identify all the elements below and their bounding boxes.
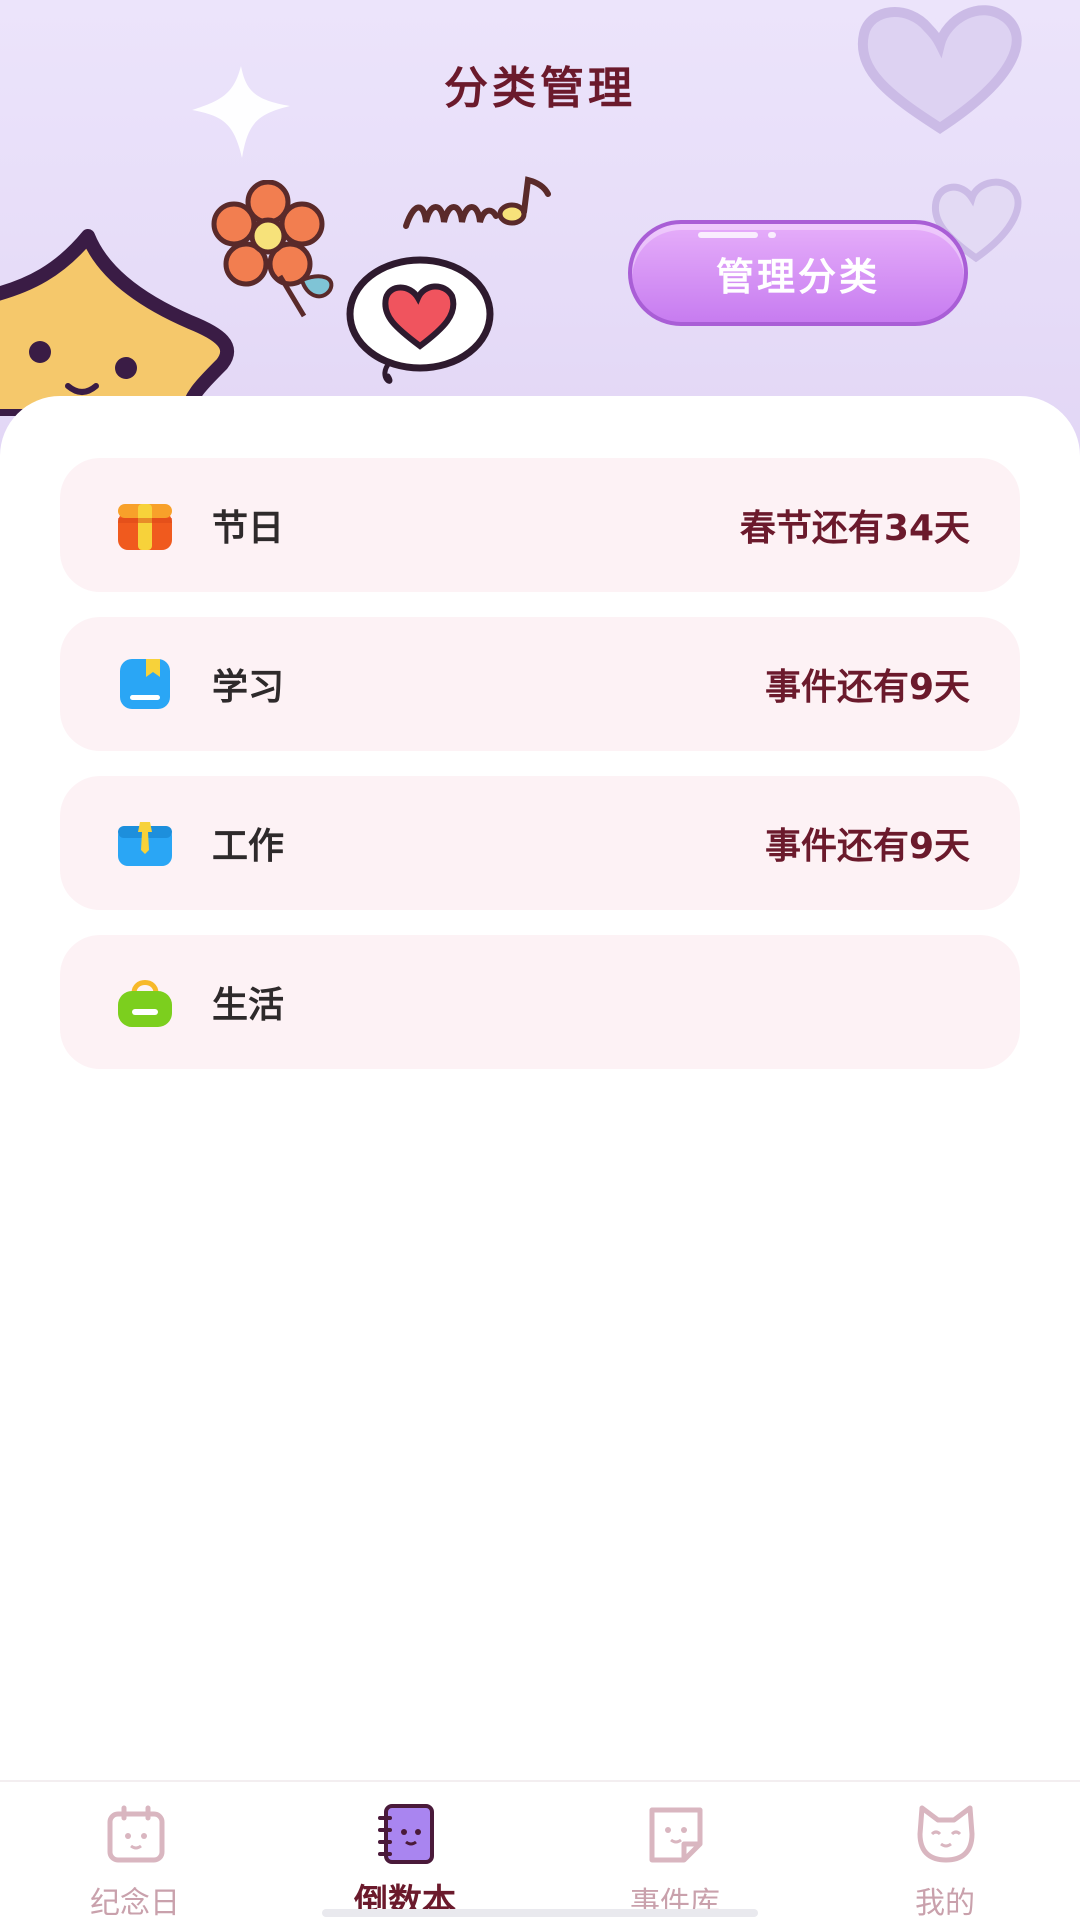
- tab-anniversary[interactable]: 纪念日: [0, 1782, 270, 1920]
- book-icon: [120, 659, 170, 709]
- category-name: 生活: [212, 985, 285, 1026]
- category-countdown: 事件还有9天: [764, 826, 970, 867]
- bottom-tab-bar: 纪念日 倒数本 事件库 我的: [0, 1780, 1080, 1920]
- music-note-icon: [403, 176, 551, 229]
- calendar-icon: [107, 1805, 165, 1863]
- tab-label: 我的: [915, 1886, 975, 1920]
- button-highlight: [768, 232, 776, 238]
- tab-countdown[interactable]: 倒数本: [270, 1782, 540, 1920]
- tab-event-library[interactable]: 事件库: [540, 1782, 810, 1920]
- manage-categories-label: 管理分类: [715, 254, 880, 299]
- note-icon: [649, 1807, 703, 1863]
- cat-icon: [917, 1805, 975, 1863]
- category-item-study[interactable]: 学习 事件还有9天: [60, 617, 1020, 751]
- category-item-life[interactable]: 生活: [60, 935, 1020, 1069]
- category-countdown: 春节还有34天: [739, 508, 970, 549]
- gift-icon: [118, 504, 172, 550]
- category-panel: 节日 春节还有34天 学习 事件还有9天 工作 事件还有9天 生活: [0, 396, 1080, 1780]
- manage-categories-button[interactable]: 管理分类: [628, 220, 968, 326]
- notebook-icon: [378, 1804, 434, 1864]
- tab-mine[interactable]: 我的: [810, 1782, 1080, 1920]
- category-name: 节日: [212, 508, 285, 549]
- briefcase-icon: [118, 822, 172, 866]
- home-indicator: [322, 1909, 758, 1917]
- flower-icon: [211, 180, 334, 318]
- category-countdown: 事件还有9天: [764, 667, 970, 708]
- page-title: 分类管理: [444, 63, 636, 114]
- button-highlight: [698, 232, 758, 238]
- category-name: 工作: [212, 826, 285, 867]
- category-list: 节日 春节还有34天 学习 事件还有9天 工作 事件还有9天 生活: [60, 458, 1020, 1094]
- bag-icon: [118, 980, 172, 1027]
- category-name: 学习: [212, 667, 285, 708]
- category-item-holiday[interactable]: 节日 春节还有34天: [60, 458, 1020, 592]
- heart-bubble-icon: [346, 256, 494, 384]
- tab-label: 纪念日: [90, 1886, 180, 1920]
- category-item-work[interactable]: 工作 事件还有9天: [60, 776, 1020, 910]
